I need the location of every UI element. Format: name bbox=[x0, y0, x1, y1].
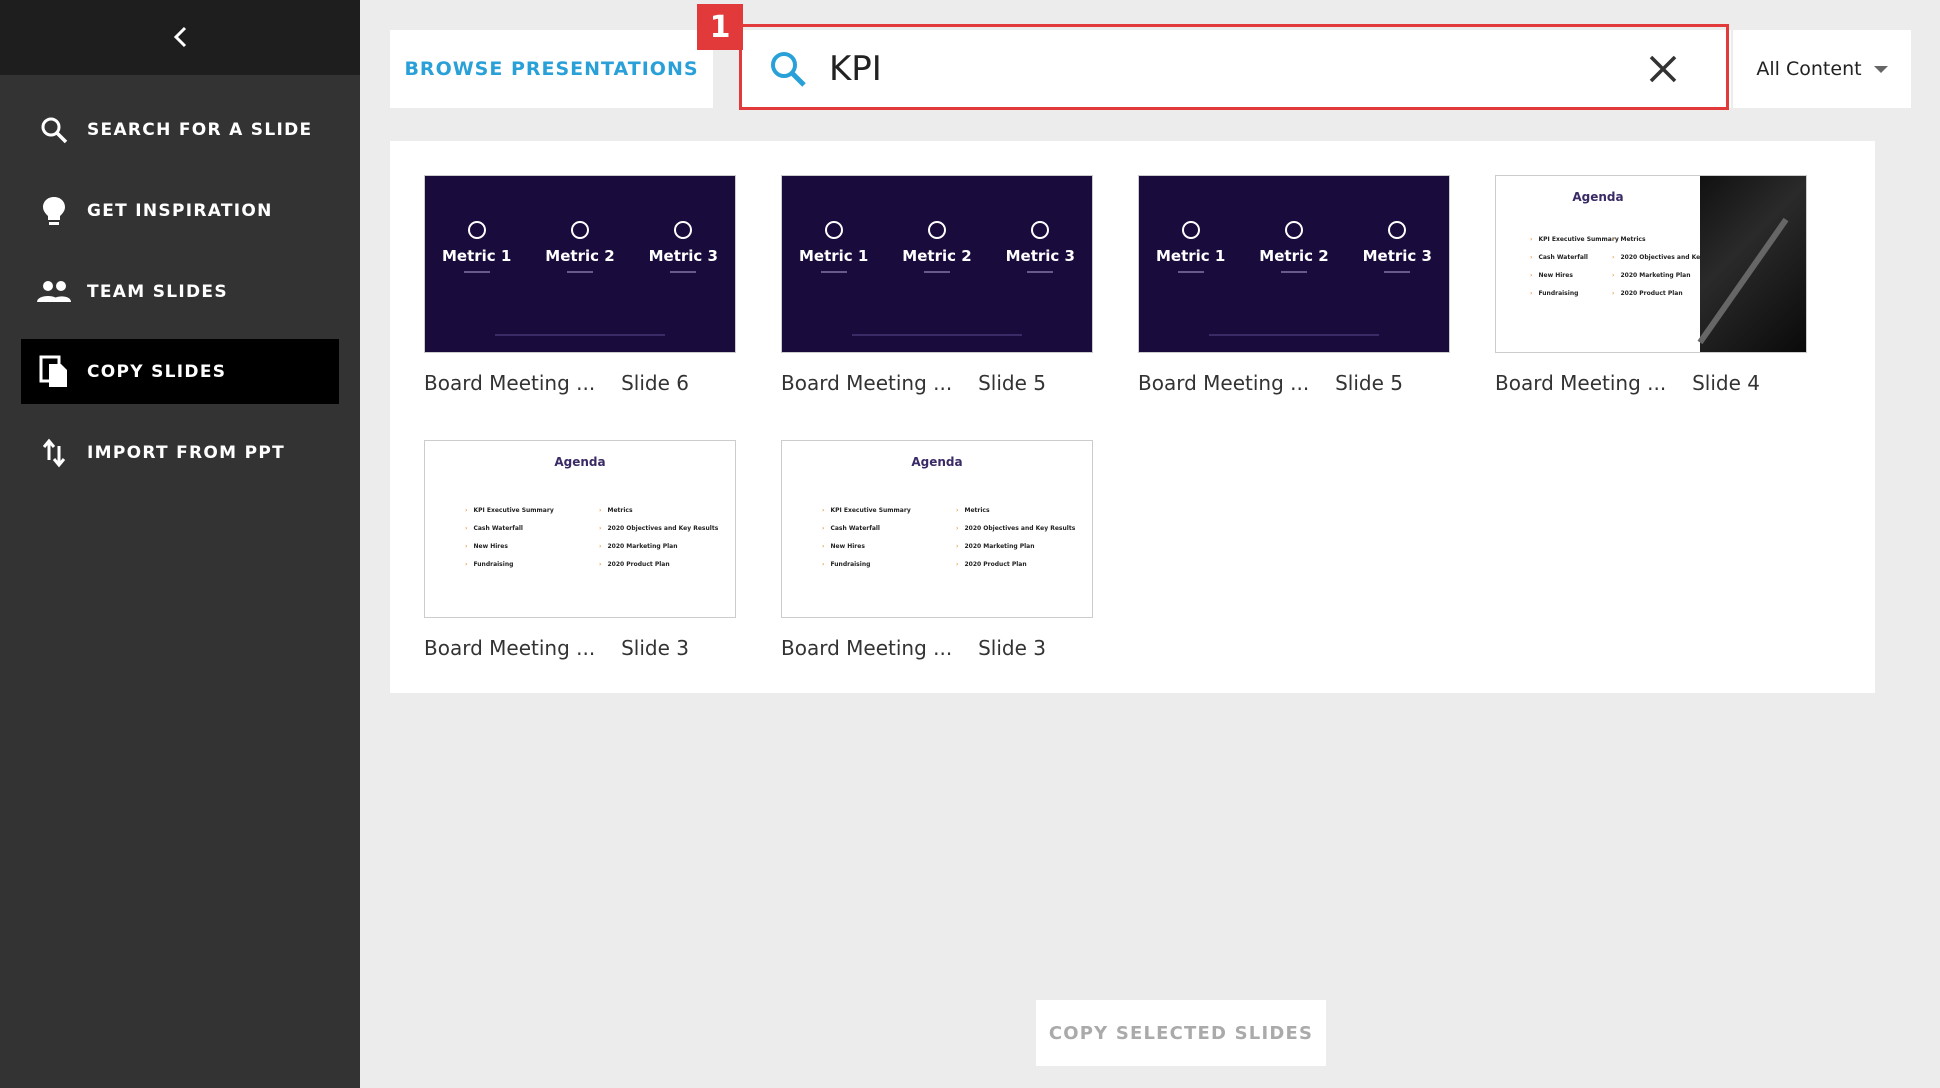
slide-thumbnail: Agenda KPI Executive Summary Cash Waterf… bbox=[1495, 175, 1807, 353]
results-panel: Metric 1 Metric 2 Metric 3 Board Meeting… bbox=[390, 141, 1875, 693]
metric-label: Metric 2 bbox=[1259, 247, 1329, 265]
search-icon bbox=[771, 52, 806, 87]
metric-label: Metric 1 bbox=[798, 247, 869, 265]
close-icon[interactable] bbox=[1646, 52, 1680, 86]
agenda-item: Metrics bbox=[599, 507, 718, 514]
copy-selected-slides-button[interactable]: COPY SELECTED SLIDES bbox=[1036, 1000, 1326, 1066]
slide-number: Slide 5 bbox=[978, 371, 1046, 395]
slide-card[interactable]: Agenda KPI Executive Summary Cash Waterf… bbox=[424, 440, 736, 660]
presentation-name: Board Meeting ... bbox=[781, 636, 953, 660]
agenda-item: 2020 Product Plan bbox=[956, 561, 1075, 568]
slide-thumbnail: Agenda KPI Executive Summary Cash Waterf… bbox=[424, 440, 736, 618]
agenda-item: Fundraising bbox=[1530, 290, 1619, 297]
metric-icon bbox=[927, 221, 946, 239]
slide-number: Slide 3 bbox=[978, 636, 1046, 660]
agenda-item: KPI Executive Summary bbox=[1530, 236, 1618, 243]
slide-number: Slide 3 bbox=[621, 636, 689, 660]
chevron-left-icon[interactable] bbox=[166, 22, 196, 52]
sidebar: SEARCH FOR A SLIDE GET INSPIRATION TEAM … bbox=[0, 0, 360, 1088]
agenda-item: KPI Executive Summary bbox=[822, 507, 910, 514]
metric-icon bbox=[1284, 221, 1303, 239]
metric-label: Metric 3 bbox=[1362, 247, 1432, 265]
agenda-item: KPI Executive Summary bbox=[465, 507, 553, 514]
sidebar-item-label: GET INSPIRATION bbox=[87, 200, 273, 221]
presentation-name: Board Meeting ... bbox=[781, 371, 953, 395]
agenda-title: Agenda bbox=[554, 455, 606, 469]
browse-presentations-label[interactable]: BROWSE PRESENTATIONS bbox=[404, 58, 698, 80]
slide-card[interactable]: Agenda KPI Executive Summary Cash Waterf… bbox=[781, 440, 1093, 660]
browse-presentations-tab[interactable]: BROWSE PRESENTATIONS bbox=[390, 30, 713, 108]
search-bar bbox=[739, 30, 1731, 108]
metric-icon bbox=[1031, 221, 1050, 239]
slide-number: Slide 5 bbox=[1335, 371, 1403, 395]
metric-icon bbox=[674, 221, 693, 239]
agenda-item: 2020 Objectives and Key Results bbox=[956, 525, 1075, 532]
agenda-item: 2020 Marketing Plan bbox=[956, 543, 1075, 550]
metric-icon bbox=[1388, 221, 1407, 239]
sidebar-item-copy-slides[interactable]: COPY SLIDES bbox=[21, 339, 339, 404]
presentation-name: Board Meeting ... bbox=[1495, 371, 1667, 395]
chevron-down-icon bbox=[1873, 65, 1888, 73]
sidebar-item-inspiration[interactable]: GET INSPIRATION bbox=[21, 178, 339, 243]
import-icon bbox=[37, 436, 71, 470]
slide-card[interactable]: Metric 1 Metric 2 Metric 3 Board Meeting… bbox=[1138, 175, 1450, 395]
metric-icon bbox=[467, 221, 486, 239]
content-filter-dropdown[interactable]: All Content bbox=[1733, 30, 1911, 108]
sidebar-item-import-ppt[interactable]: IMPORT FROM PPT bbox=[21, 420, 339, 485]
content-filter-label: All Content bbox=[1756, 58, 1862, 80]
slide-thumbnail: Metric 1 Metric 2 Metric 3 bbox=[1138, 175, 1450, 353]
metric-label: Metric 3 bbox=[648, 247, 718, 265]
agenda-item: 2020 Objectives and Key Results bbox=[599, 525, 718, 532]
sidebar-item-search[interactable]: SEARCH FOR A SLIDE bbox=[21, 97, 339, 162]
metric-icon bbox=[570, 221, 589, 239]
agenda-item: Cash Waterfall bbox=[1530, 254, 1619, 261]
agenda-item: Cash Waterfall bbox=[822, 525, 911, 532]
sidebar-item-label: COPY SLIDES bbox=[87, 361, 227, 382]
metric-label: Metric 2 bbox=[545, 247, 615, 265]
search-icon bbox=[37, 113, 71, 147]
agenda-item: Metrics bbox=[956, 507, 1075, 514]
sidebar-header bbox=[0, 0, 360, 75]
sidebar-item-team-slides[interactable]: TEAM SLIDES bbox=[21, 259, 339, 324]
presentation-name: Board Meeting ... bbox=[1138, 371, 1310, 395]
agenda-item: New Hires bbox=[465, 543, 554, 550]
people-icon bbox=[37, 275, 71, 309]
sidebar-item-label: TEAM SLIDES bbox=[87, 281, 228, 302]
agenda-title: Agenda bbox=[911, 455, 963, 469]
slide-thumbnail: Metric 1 Metric 2 Metric 3 bbox=[781, 175, 1093, 353]
metric-icon bbox=[824, 221, 843, 239]
annotation-badge: 1 bbox=[697, 4, 743, 50]
agenda-item: New Hires bbox=[1530, 272, 1619, 279]
agenda-item: New Hires bbox=[822, 543, 911, 550]
metric-icon bbox=[1181, 221, 1200, 239]
agenda-item: 2020 Marketing Plan bbox=[599, 543, 718, 550]
presentation-name: Board Meeting ... bbox=[424, 371, 596, 395]
slide-thumbnail: Metric 1 Metric 2 Metric 3 bbox=[424, 175, 736, 353]
sidebar-item-label: IMPORT FROM PPT bbox=[87, 442, 285, 463]
metric-label: Metric 1 bbox=[441, 247, 512, 265]
slide-number: Slide 4 bbox=[1692, 371, 1760, 395]
lightbulb-icon bbox=[37, 194, 71, 228]
agenda-item: Cash Waterfall bbox=[465, 525, 554, 532]
metric-label: Metric 3 bbox=[1005, 247, 1075, 265]
search-input[interactable] bbox=[829, 44, 1549, 94]
agenda-item: Fundraising bbox=[822, 561, 911, 568]
agenda-item: Fundraising bbox=[465, 561, 554, 568]
metric-label: Metric 2 bbox=[902, 247, 972, 265]
agenda-item: 2020 Product Plan bbox=[599, 561, 718, 568]
metric-label: Metric 1 bbox=[1155, 247, 1226, 265]
slide-card[interactable]: Metric 1 Metric 2 Metric 3 Board Meeting… bbox=[424, 175, 736, 395]
slide-card[interactable]: Agenda KPI Executive Summary Cash Waterf… bbox=[1495, 175, 1807, 395]
slide-thumbnail: Agenda KPI Executive Summary Cash Waterf… bbox=[781, 440, 1093, 618]
slide-card[interactable]: Metric 1 Metric 2 Metric 3 Board Meeting… bbox=[781, 175, 1093, 395]
sidebar-item-label: SEARCH FOR A SLIDE bbox=[87, 119, 313, 140]
guitar-photo bbox=[1697, 176, 1806, 352]
slide-number: Slide 6 bbox=[621, 371, 689, 395]
presentation-name: Board Meeting ... bbox=[424, 636, 596, 660]
copy-icon bbox=[37, 355, 71, 389]
agenda-title: Agenda bbox=[1572, 190, 1624, 204]
copy-selected-slides-label: COPY SELECTED SLIDES bbox=[1048, 1022, 1314, 1044]
